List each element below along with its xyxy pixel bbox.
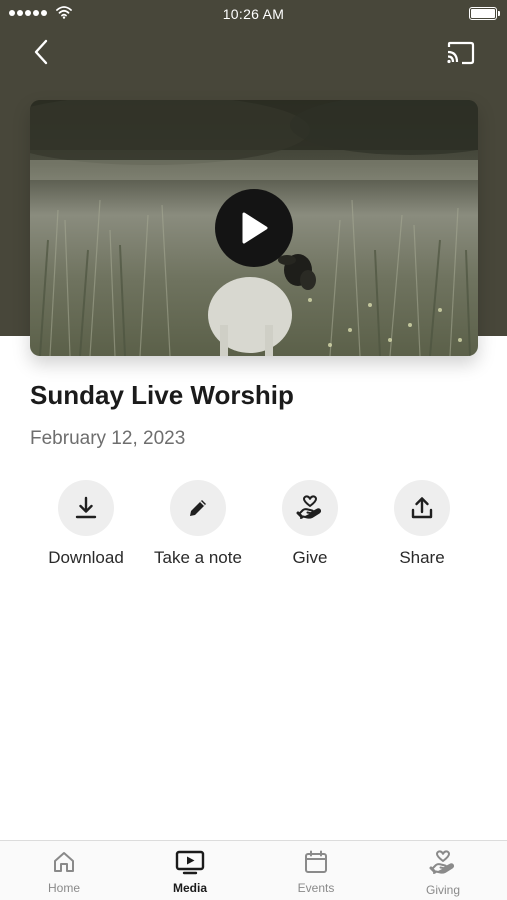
tab-events-label: Events	[297, 881, 335, 895]
battery-icon	[469, 7, 500, 20]
calendar-icon	[305, 850, 327, 873]
download-icon	[75, 496, 97, 519]
give-button[interactable]: Give	[250, 480, 370, 568]
give-label: Give	[292, 548, 328, 567]
tab-bar: Home Media Events Giving	[0, 840, 507, 900]
media-date: February 12, 2023	[30, 428, 186, 449]
share-icon-circle	[394, 480, 450, 536]
heart-hand-icon	[296, 495, 322, 519]
tab-media[interactable]: Media	[140, 849, 240, 895]
media-title: Sunday Live Worship	[30, 380, 294, 410]
status-time: 10:26 AM	[222, 6, 285, 22]
download-label: Download	[48, 548, 124, 567]
share-button[interactable]: Share	[362, 480, 482, 568]
share-label: Share	[399, 548, 445, 567]
download-icon-circle	[58, 480, 114, 536]
video-player[interactable]	[30, 100, 478, 356]
give-icon-circle	[282, 480, 338, 536]
play-icon	[242, 212, 268, 244]
tab-giving[interactable]: Giving	[393, 849, 493, 897]
take-note-button[interactable]: Take a note	[138, 480, 258, 568]
pencil-icon	[190, 500, 206, 516]
tab-media-label: Media	[172, 881, 207, 895]
cast-button[interactable]	[443, 38, 477, 68]
tab-home-label: Home	[47, 881, 80, 895]
heart-hand-icon	[429, 850, 455, 874]
tab-events[interactable]: Events	[266, 849, 366, 895]
action-row: Download Take a note Give Share	[0, 480, 507, 580]
chevron-left-icon	[34, 39, 48, 65]
tv-play-icon	[175, 850, 205, 875]
play-button[interactable]	[215, 189, 293, 267]
cast-icon	[447, 41, 475, 65]
tab-home[interactable]: Home	[14, 849, 114, 895]
back-button[interactable]	[26, 36, 56, 68]
take-note-label: Take a note	[154, 548, 242, 567]
download-button[interactable]: Download	[26, 480, 146, 568]
pencil-icon-circle	[170, 480, 226, 536]
home-icon	[54, 852, 74, 872]
status-bar: 10:26 AM	[0, 0, 507, 28]
share-icon	[411, 497, 433, 519]
tab-giving-label: Giving	[425, 883, 460, 897]
